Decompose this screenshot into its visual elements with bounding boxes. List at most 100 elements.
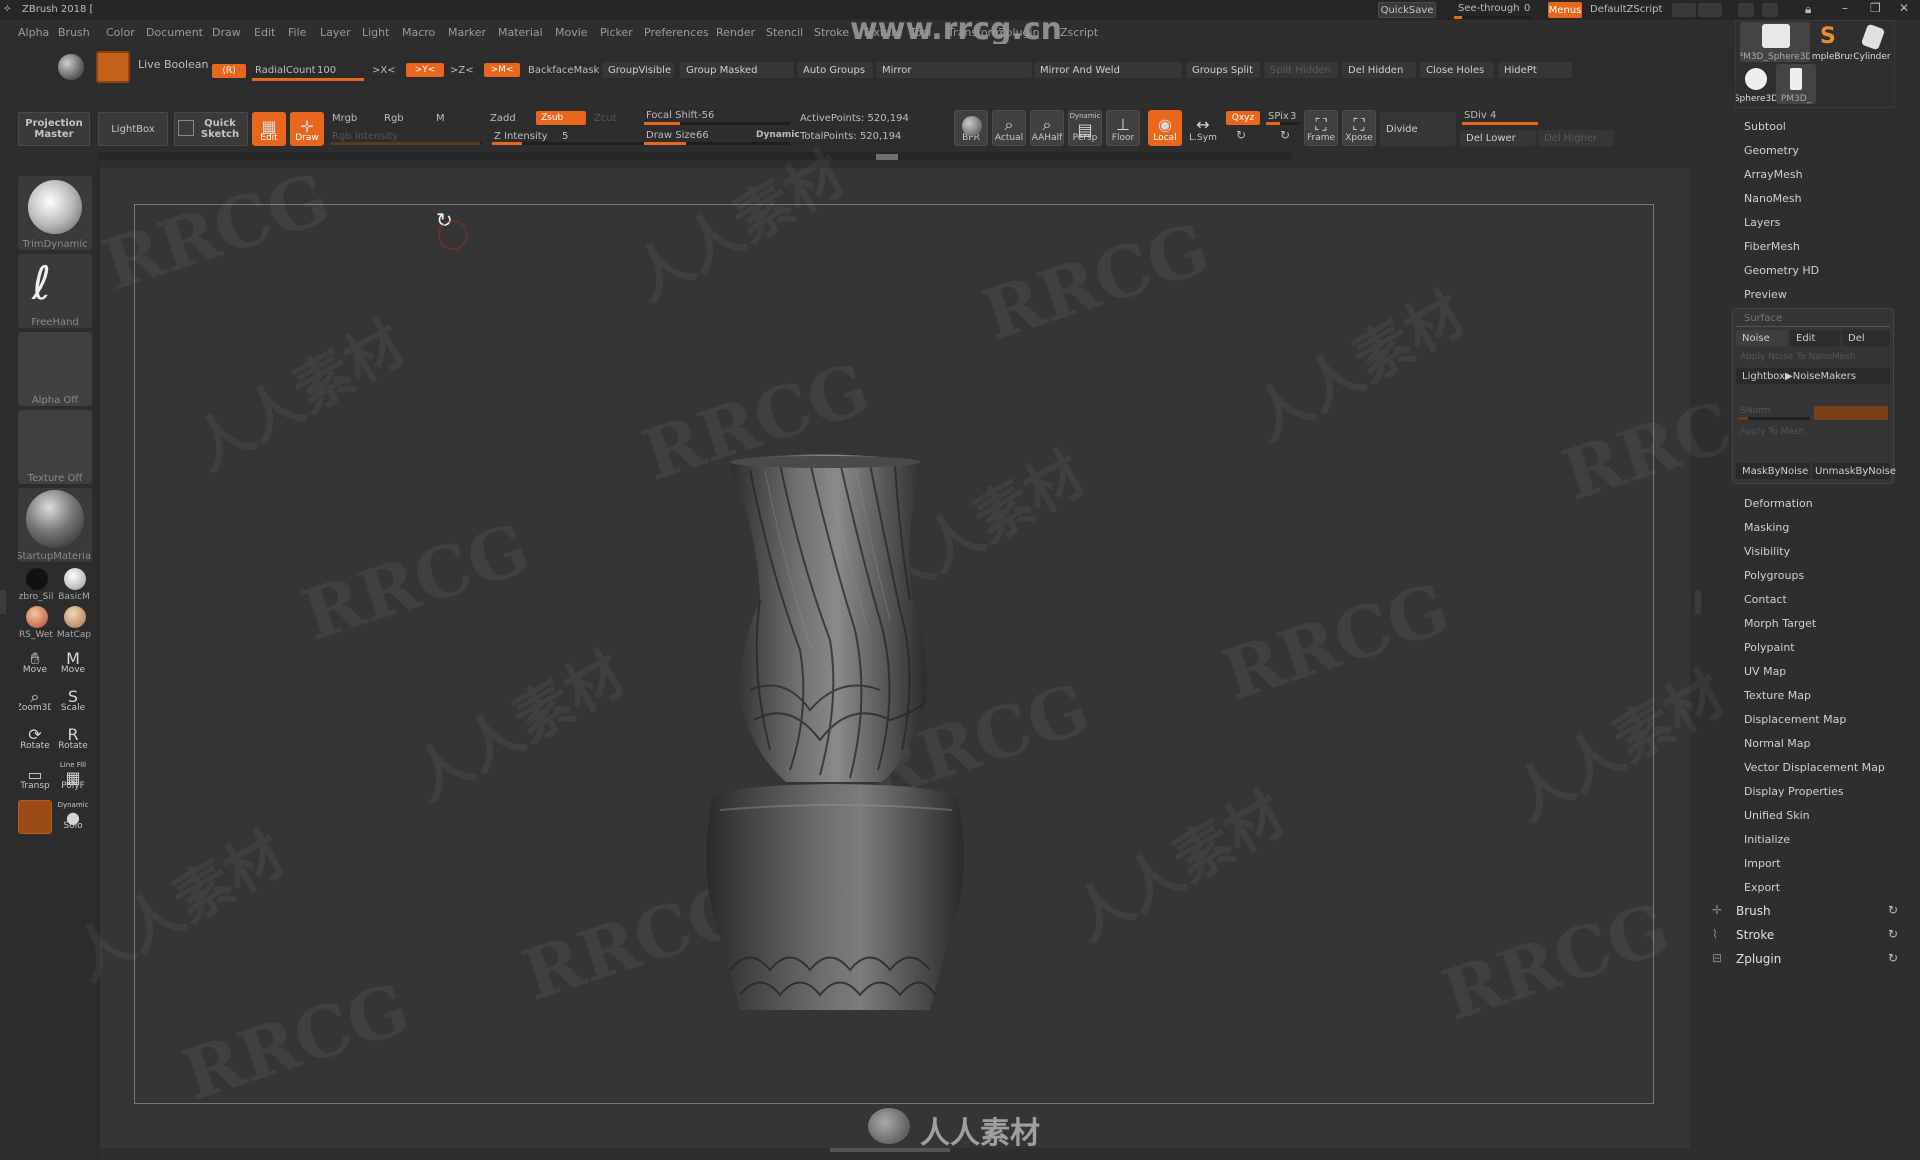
xyz-button[interactable]: Qxyz <box>1226 111 1260 125</box>
palette-stroke[interactable]: Stroke <box>1736 928 1774 942</box>
brush-palette-refresh-icon[interactable]: ↻ <box>1888 903 1898 917</box>
tool-submenu-normal-map[interactable]: Normal Map <box>1744 737 1811 750</box>
live-boolean-toggle[interactable] <box>96 51 130 83</box>
live-boolean-sphere-icon[interactable] <box>58 54 84 80</box>
orange-swatch-button[interactable] <box>18 800 52 834</box>
mask-by-noise-button[interactable]: MaskByNoise <box>1736 463 1810 479</box>
frame-button[interactable]: ⛶ Frame <box>1304 110 1338 146</box>
material-rs-wet[interactable]: RS_Wet <box>18 604 54 640</box>
surface-header[interactable]: Surface <box>1744 313 1782 324</box>
vase-model[interactable] <box>690 450 980 1020</box>
see-through-slider[interactable] <box>1454 16 1530 19</box>
del-lower-button[interactable]: Del Lower <box>1460 130 1536 146</box>
menu-marker[interactable]: Marker <box>448 26 486 39</box>
tool-thumb-pm3d-sphere[interactable]: PM3D_Sphere3D <box>1740 22 1810 62</box>
tool-submenu-subtool[interactable]: Subtool <box>1744 120 1786 133</box>
menu-render[interactable]: Render <box>716 26 755 39</box>
snorm-slider[interactable] <box>1738 417 1810 420</box>
zplugin-palette-refresh-icon[interactable]: ↻ <box>1888 951 1898 965</box>
material-zbro-sil[interactable]: zbro_Sil <box>18 566 54 602</box>
tool-submenu-texture-map[interactable]: Texture Map <box>1744 689 1811 702</box>
right-splitter-handle[interactable] <box>1695 590 1701 614</box>
polyf-button[interactable]: Line Fill ▦ PolyF <box>56 760 90 794</box>
tool-submenu-uv-map[interactable]: UV Map <box>1744 665 1786 678</box>
m-button[interactable]: M <box>436 113 445 124</box>
tool-thumb-cylinder[interactable]: Cylinder <box>1852 22 1892 62</box>
menu-texture[interactable]: Texture <box>862 26 902 39</box>
stroke-palette-refresh-icon[interactable]: ↻ <box>1888 927 1898 941</box>
menu-zplugin[interactable]: Zplugin <box>998 26 1040 39</box>
x-symmetry-button[interactable]: >X< <box>372 65 396 76</box>
menu-edit[interactable]: Edit <box>254 26 275 39</box>
tool-submenu-geometry-hd[interactable]: Geometry HD <box>1744 264 1819 277</box>
focal-shift-slider[interactable] <box>644 122 790 125</box>
left-splitter-handle[interactable] <box>0 590 6 614</box>
tool-submenu-deformation[interactable]: Deformation <box>1744 497 1813 510</box>
menu-light[interactable]: Light <box>362 26 389 39</box>
m-symmetry-button[interactable]: >M< <box>484 63 520 77</box>
lsym-button[interactable]: ↔ L.Sym <box>1186 110 1220 146</box>
palette-zplugin[interactable]: Zplugin <box>1736 952 1781 966</box>
mrgb-button[interactable]: Mrgb <box>332 113 357 124</box>
noise-button[interactable]: Noise <box>1736 330 1788 346</box>
tool-thumb-sphere3d[interactable]: Sphere3D <box>1736 64 1776 104</box>
dynamic-draw-size-button[interactable]: Dynamic <box>756 130 800 140</box>
stroke-slot[interactable]: ℓ FreeHand <box>18 254 92 328</box>
menu-file[interactable]: File <box>288 26 306 39</box>
lock-icon[interactable]: 🔒︎ <box>1805 2 1811 17</box>
zcut-button[interactable]: Zcut <box>594 113 617 124</box>
menu-preferences[interactable]: Preferences <box>644 26 709 39</box>
tool-submenu-contact[interactable]: Contact <box>1744 593 1787 606</box>
aahalf-button[interactable]: ⌕ AAHalf <box>1030 110 1064 146</box>
rgb-button[interactable]: Rgb <box>384 113 404 124</box>
menu-tool[interactable]: Tool <box>910 26 931 39</box>
edit-button[interactable]: ▦ Edit <box>252 112 286 146</box>
tool-thumb-simplebrush[interactable]: S SimpleBrush <box>1812 22 1852 62</box>
menu-draw[interactable]: Draw <box>212 26 241 39</box>
material-basic[interactable]: BasicM <box>56 566 92 602</box>
menu-macro[interactable]: Macro <box>402 26 435 39</box>
minimize-icon[interactable]: – <box>1842 1 1848 15</box>
menu-movie[interactable]: Movie <box>555 26 588 39</box>
move-button[interactable]: M Move <box>56 644 90 678</box>
tool-submenu-polygroups[interactable]: Polygroups <box>1744 569 1804 582</box>
rgb-intensity-slider[interactable] <box>330 142 482 145</box>
bpr-button[interactable]: BPR <box>954 110 988 146</box>
solo-button[interactable]: Dynamic ● Solo <box>56 800 90 834</box>
actual-button[interactable]: ⌕ Actual <box>992 110 1026 146</box>
auto-groups-button[interactable]: Auto Groups <box>797 62 873 78</box>
y-symmetry-button[interactable]: >Y< <box>406 63 444 77</box>
tool-submenu-nanomesh[interactable]: NanoMesh <box>1744 192 1802 205</box>
tool-submenu-polypaint[interactable]: Polypaint <box>1744 641 1795 654</box>
tool-submenu-geometry[interactable]: Geometry <box>1744 144 1799 157</box>
window-cascade-icon[interactable] <box>1762 3 1778 17</box>
default-zscript-button[interactable]: DefaultZScript <box>1590 4 1662 15</box>
menu-document[interactable]: Document <box>146 26 203 39</box>
sdiv-slider[interactable] <box>1462 122 1538 125</box>
spix-slider[interactable] <box>1266 122 1300 125</box>
group-masked-button[interactable]: Group Masked <box>680 62 794 78</box>
zsub-button[interactable]: Zsub <box>536 111 586 125</box>
radial-count-slider[interactable] <box>252 78 364 81</box>
bottom-scroll-handle[interactable] <box>830 1148 950 1152</box>
noise-edit-button[interactable]: Edit <box>1790 330 1840 346</box>
menu-stroke[interactable]: Stroke <box>814 26 849 39</box>
window-tile-icon[interactable] <box>1738 3 1754 17</box>
rotate3d-button[interactable]: ⟳ Rotate <box>18 720 52 754</box>
tool-submenu-display-properties[interactable]: Display Properties <box>1744 785 1844 798</box>
quicksave-button[interactable]: QuickSave <box>1378 2 1436 18</box>
tool-submenu-import[interactable]: Import <box>1744 857 1781 870</box>
del-hidden-button[interactable]: Del Hidden <box>1342 62 1416 78</box>
menu-picker[interactable]: Picker <box>600 26 633 39</box>
zoom3d-button[interactable]: ⌕Zoom3D <box>18 682 52 716</box>
local-button[interactable]: ◉ Local <box>1148 110 1182 146</box>
menus-button[interactable]: Menus <box>1548 2 1582 18</box>
mirror-and-weld-button[interactable]: Mirror And Weld <box>1034 62 1182 78</box>
xyz-rotate-icon[interactable]: ↻ <box>1236 128 1246 142</box>
tool-submenu-fibermesh[interactable]: FiberMesh <box>1744 240 1800 253</box>
draw-size-slider[interactable] <box>644 142 790 145</box>
palette-brush[interactable]: Brush <box>1736 904 1771 918</box>
menu-alpha[interactable]: Alpha <box>18 26 49 39</box>
menu-layer[interactable]: Layer <box>320 26 351 39</box>
material-matcap[interactable]: MatCap <box>56 604 92 640</box>
